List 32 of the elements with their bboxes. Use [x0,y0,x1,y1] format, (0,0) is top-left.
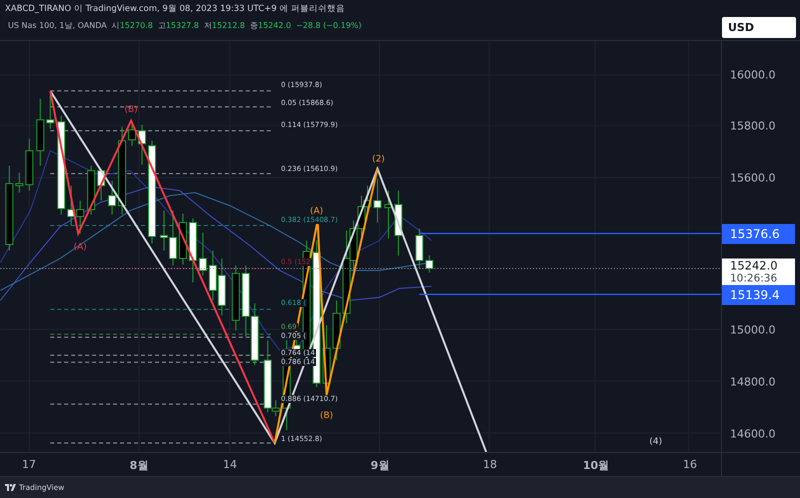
wave-label: (4) [649,437,662,448]
bar-countdown: 10:26:36 [730,272,778,284]
wave-label: (B) [320,411,334,422]
price-tick: 15600.0 [730,172,776,184]
wave-label: (2) [372,154,385,165]
price-tick: 14600.0 [730,428,776,440]
time-tick: 8월 [130,458,148,473]
symbol-label: US Nas 100, 1날, OANDA [8,20,107,31]
time-tick: 10월 [582,458,610,473]
time-tick: 16 [683,458,697,471]
ohlc-value: 고15327.8 [158,20,199,31]
currency-button[interactable]: USD [722,17,796,38]
wave-label: (A) [310,206,324,217]
price-line-label: 15139.4 [722,285,795,305]
time-tick: 17 [22,458,36,471]
price-tick: 16000.0 [730,68,776,82]
time-tick: 9월 [370,458,390,473]
ohlc-value: 저15212.8 [204,20,245,31]
price-tick: 15000.0 [730,324,776,336]
price-tick: 14800.0 [730,376,776,388]
price-line-label: 15376.6 [722,224,795,244]
wave-label: (B) [124,104,138,115]
wave-label: (A) [74,242,87,252]
chart-publish-title: XABCD_TIRANO 이 TradingView.com, 9월 08, 2023 19:33 UTC+9 에 퍼블리쉬했음 [5,3,346,15]
current-price: 15242.0 [730,260,779,272]
time-tick: 18 [483,458,497,471]
logo-icon [5,484,16,491]
price-tick: 15800.0 [730,120,776,132]
ohlc-value: 시 15270.8 [112,20,153,31]
time-tick: 14 [223,458,237,471]
price-change: −28.8 (−0.19%) [296,21,362,30]
ohlc-value: 종15242.0 [250,20,292,31]
